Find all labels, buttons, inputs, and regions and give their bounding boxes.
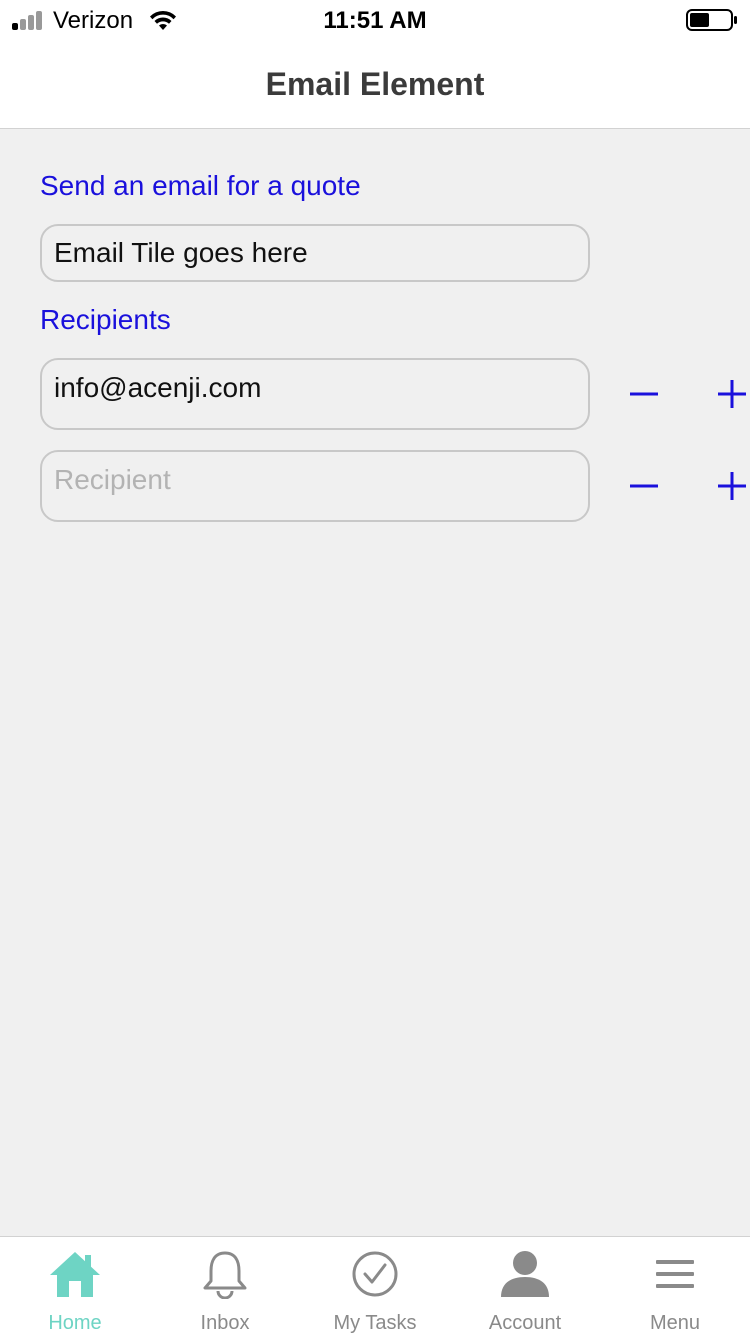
check-circle-icon (352, 1251, 398, 1297)
battery-icon (686, 9, 737, 31)
hamburger-menu-icon (656, 1260, 694, 1288)
tab-label: Menu (649, 1312, 701, 1334)
status-time: 11:51 AM (323, 7, 427, 34)
tab-label: Home (48, 1312, 102, 1334)
page-title: Email Element (265, 66, 485, 102)
recipient-input[interactable]: info@acenji.com (40, 358, 590, 430)
add-recipient-icon[interactable] (712, 466, 750, 506)
recipient-input[interactable] (40, 450, 590, 522)
status-bar: Verizon 11:51 AM (0, 0, 750, 40)
navigation-bar: Email Element (0, 40, 750, 129)
bell-icon (203, 1251, 247, 1299)
tab-home[interactable]: Home (0, 1237, 150, 1334)
tab-menu[interactable]: Menu (600, 1237, 750, 1334)
tab-label: My Tasks (333, 1312, 417, 1334)
tab-my-tasks[interactable]: My Tasks (300, 1237, 450, 1334)
recipients-label: Recipients (40, 304, 171, 335)
person-icon (501, 1251, 549, 1297)
email-title-input[interactable] (40, 224, 590, 282)
email-section-label: Send an email for a quote (40, 170, 361, 201)
tab-label: Inbox (200, 1312, 250, 1334)
remove-recipient-icon[interactable] (624, 374, 664, 414)
app-screen: Verizon 11:51 AM Email Element Send an e… (0, 0, 750, 1334)
tab-bar: Home Inbox My Tasks Account Menu (0, 1236, 750, 1334)
add-recipient-icon[interactable] (712, 374, 750, 414)
tab-label: Account (488, 1312, 562, 1334)
remove-recipient-icon[interactable] (624, 466, 664, 506)
tab-account[interactable]: Account (450, 1237, 600, 1334)
tab-inbox[interactable]: Inbox (150, 1237, 300, 1334)
home-icon (50, 1252, 100, 1297)
